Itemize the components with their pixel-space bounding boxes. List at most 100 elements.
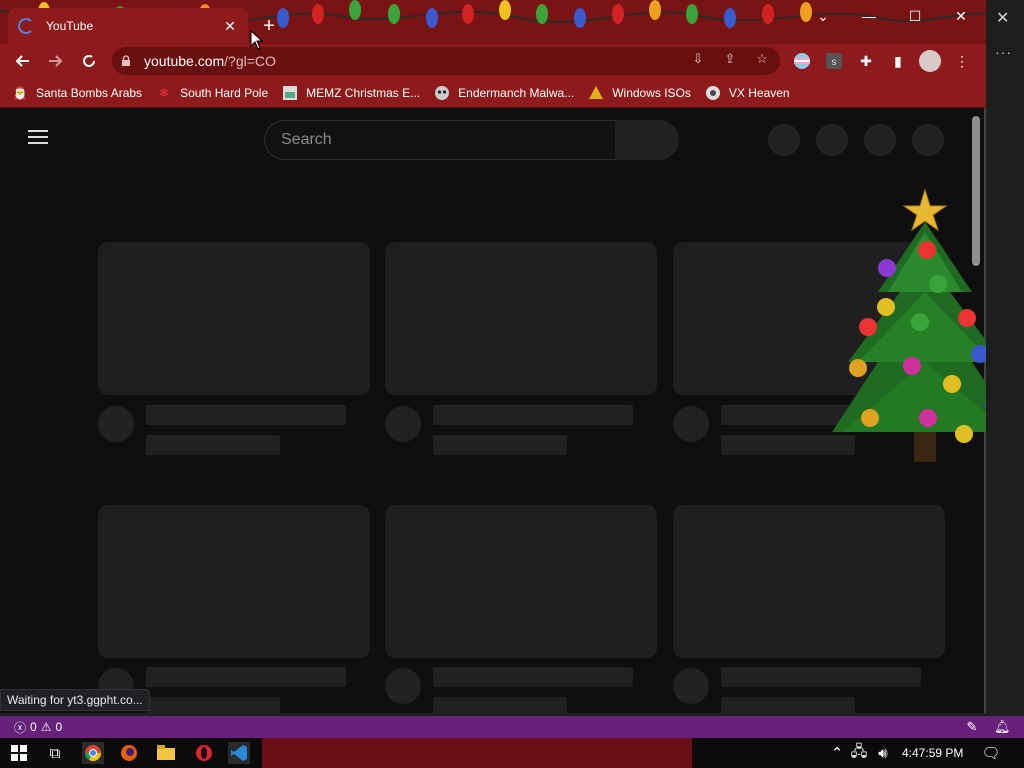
channel-avatar-placeholder [385, 668, 421, 704]
opera-taskbar-icon[interactable] [193, 742, 215, 764]
back-button[interactable] [8, 46, 38, 76]
title-placeholder [146, 667, 346, 687]
lock-icon [120, 55, 132, 67]
desktop-wallpaper-strip [262, 738, 692, 768]
title-placeholder [433, 405, 633, 425]
video-thumbnail-placeholder [385, 242, 657, 395]
task-view-icon[interactable]: ⧉ [44, 742, 66, 764]
bookmark-label: Santa Bombs Arabs [36, 85, 143, 100]
bookmark-star-icon[interactable]: ☆ [753, 50, 771, 68]
title-placeholder [433, 667, 633, 687]
chrome-titlebar: YouTube ✕ + ⌄ — ☐ ✕ [0, 0, 986, 44]
bookmark-label: South Hard Pole [180, 85, 269, 100]
loading-status-text: Waiting for yt3.ggpht.co... [0, 689, 150, 711]
image-icon [282, 85, 298, 101]
feedback-icon[interactable]: ✎ [964, 719, 980, 735]
tab-close-button[interactable]: ✕ [222, 18, 238, 35]
svg-text:s: s [832, 57, 837, 68]
vscode-taskbar-icon[interactable] [228, 742, 250, 764]
search-input[interactable]: Search [264, 120, 616, 160]
url-text: youtube.com/?gl=CO [144, 53, 276, 69]
volume-icon[interactable]: 🔊︎ [872, 742, 894, 764]
bookmark-label: MEMZ Christmas E... [306, 85, 421, 100]
loading-reload-icon [83, 55, 95, 67]
mouse-pointer-icon [250, 30, 264, 50]
video-thumbnail-placeholder [385, 505, 657, 658]
video-thumbnail-placeholder [673, 505, 945, 658]
chrome-menu-icon[interactable]: ⋮ [953, 52, 971, 70]
network-icon[interactable]: 🖧︎ [848, 742, 870, 764]
search-button[interactable] [615, 120, 679, 160]
desktop: YouTube ✕ + ⌄ — ☐ ✕ youtube.com/?gl=CO ⇩… [0, 0, 1024, 768]
windows-start-icon[interactable] [8, 742, 30, 764]
minimize-button[interactable]: — [846, 0, 892, 32]
bookmarks-bar: 🎅 Santa Bombs Arabs ❄ South Hard Pole ME… [0, 78, 986, 108]
vscode-status-bar: ⓧ 0 ⚠ 0 ✎ 🔔︎ [0, 716, 1024, 738]
meta-placeholder [721, 697, 855, 713]
meta-placeholder [433, 435, 567, 455]
tab-search-button[interactable]: ⌄ [800, 0, 846, 32]
raccoon-icon [434, 85, 450, 101]
error-count: 0 [30, 720, 37, 734]
back-arrow-icon [15, 55, 29, 67]
url-path: /?gl=CO [224, 53, 276, 69]
channel-avatar-placeholder [98, 406, 134, 442]
warning-count: 0 [55, 720, 63, 734]
header-placeholder-circle [912, 124, 944, 156]
tab-youtube[interactable]: YouTube ✕ [8, 8, 248, 44]
stop-loading-button[interactable] [74, 46, 104, 76]
share-icon[interactable]: ⇪ [721, 50, 739, 68]
channel-avatar-placeholder [673, 668, 709, 704]
channel-avatar-placeholder [673, 406, 709, 442]
header-placeholder-circle [864, 124, 896, 156]
bookmark-label: Windows ISOs [612, 85, 691, 100]
bookmark-item[interactable]: MEMZ Christmas E... [282, 85, 420, 101]
windows-taskbar: ⧉ ⌃ 🖧︎ 🔊︎ 4:47:59 PM 🗨︎ [0, 738, 1024, 768]
address-bar[interactable]: youtube.com/?gl=CO [112, 47, 780, 75]
action-center-icon[interactable]: 🗨︎ [980, 742, 1002, 764]
vscode-close-icon[interactable]: ✕ [996, 8, 1009, 28]
bookmark-item[interactable]: ❄ South Hard Pole [156, 85, 268, 101]
loading-spinner-icon [18, 18, 34, 34]
meta-placeholder [433, 697, 567, 713]
bookmark-label: Endermanch Malwa... [458, 85, 575, 100]
chrome-taskbar-icon[interactable] [82, 742, 104, 764]
title-placeholder [146, 405, 346, 425]
video-thumbnail-placeholder [98, 242, 370, 395]
header-placeholder-circle [768, 124, 800, 156]
chrome-toolbar: youtube.com/?gl=CO ⇩ ⇪ ☆ s ✚ ▮ ⋮ [0, 44, 986, 78]
forward-button[interactable] [40, 46, 70, 76]
bookmark-label: VX Heaven [728, 85, 790, 100]
install-app-icon[interactable]: ⇩ [689, 50, 707, 68]
vscode-more-icon[interactable]: ··· [995, 44, 1012, 60]
meta-placeholder [146, 697, 280, 713]
tab-title: YouTube [46, 19, 94, 33]
file-explorer-taskbar-icon[interactable] [155, 742, 177, 764]
bookmark-item[interactable]: Windows ISOs [588, 85, 691, 101]
title-placeholder [721, 667, 921, 687]
video-thumbnail-placeholder [98, 505, 370, 658]
meta-placeholder [146, 435, 280, 455]
problems-indicator[interactable]: ⓧ 0 ⚠ 0 [14, 719, 62, 736]
folder-warning-icon [588, 85, 604, 101]
extension-s-icon[interactable]: s [825, 52, 843, 70]
url-host: youtube.com [144, 53, 225, 69]
show-hidden-icons-chevron[interactable]: ⌃ [826, 742, 848, 764]
extension-flag-icon[interactable] [793, 52, 811, 70]
extensions-puzzle-icon[interactable]: ✚ [857, 52, 875, 70]
header-placeholder-circle [816, 124, 848, 156]
bookmark-item[interactable]: Endermanch Malwa... [434, 85, 574, 101]
side-panel-icon[interactable]: ▮ [889, 52, 907, 70]
system-clock[interactable]: 4:47:59 PM [902, 746, 963, 760]
bookmark-item[interactable]: VX Heaven [705, 85, 790, 101]
close-window-button[interactable]: ✕ [938, 0, 984, 32]
hamburger-menu-icon[interactable] [28, 130, 48, 144]
firefox-taskbar-icon[interactable] [118, 742, 140, 764]
error-icon: ⓧ [14, 720, 27, 735]
profile-avatar[interactable] [919, 50, 941, 72]
bookmark-item[interactable]: 🎅 Santa Bombs Arabs [12, 85, 143, 101]
snowflake-icon: ❄ [159, 85, 170, 100]
maximize-button[interactable]: ☐ [892, 0, 938, 32]
notifications-bell-icon[interactable]: 🔔︎ [994, 719, 1011, 735]
forward-arrow-icon [49, 55, 63, 67]
